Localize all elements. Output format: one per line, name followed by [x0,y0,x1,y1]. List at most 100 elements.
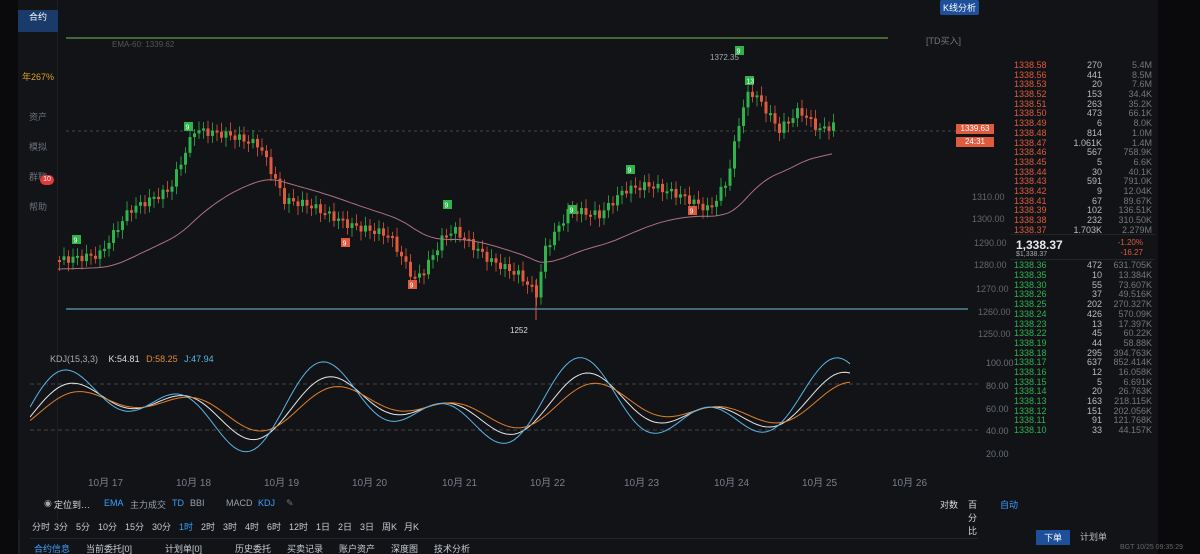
candle-body [692,199,696,204]
ask-total: 35.2K [1128,98,1152,109]
ask-row[interactable]: 1338.50 473 66.1K [1010,108,1155,118]
place-order-tab[interactable]: 下单 [1036,530,1071,545]
bid-row[interactable]: 1338.12 151 202.056K [1010,406,1155,416]
ask-qty: 232 [1086,215,1102,225]
ask-row[interactable]: 1338.42 9 12.04K [1010,186,1155,196]
interval-12[interactable]: 1日 [316,520,330,533]
bottom-tab-6[interactable]: 深度图 [391,542,418,554]
price-change: -1.20% -16.27 [1118,238,1143,258]
ask-row[interactable]: 1338.43 591 791.0K [1010,176,1155,186]
ask-price: 1338.46 [1014,147,1047,158]
interval-8[interactable]: 3时 [223,520,237,533]
candle-body [395,236,399,252]
ask-row[interactable]: 1338.45 5 6.6K [1010,157,1155,167]
bid-price: 1338.23 [1014,318,1047,329]
indicator-bbi[interactable]: BBI [190,498,205,508]
kdj-indicator-chart[interactable] [30,348,978,468]
interval-13[interactable]: 2日 [338,520,352,533]
bid-row[interactable]: 1338.36 472 631.705K [1010,260,1155,270]
interval-9[interactable]: 4时 [245,520,259,533]
bid-row[interactable]: 1338.16 12 16.058K [1010,367,1155,377]
indicator-main-trade[interactable]: 主力成交 [130,498,166,511]
interval-11[interactable]: 12时 [289,520,308,533]
ask-row[interactable]: 1338.38 232 310.50K [1010,215,1155,225]
ask-row[interactable]: 1338.56 441 8.5M [1010,70,1155,80]
indicator-macd[interactable]: MACD [226,498,253,508]
auto-scale-toggle[interactable]: 自动 [1000,498,1018,511]
bottom-tab-4[interactable]: 买卖记录 [287,542,323,554]
interval-16[interactable]: 月K [404,520,419,533]
bottom-tab-7[interactable]: 技术分析 [434,542,470,554]
bid-row[interactable]: 1338.25 202 270.327K [1010,299,1155,309]
interval-14[interactable]: 3日 [360,520,374,533]
bottom-tab-1[interactable]: 当前委托[0] [86,542,132,554]
bid-row[interactable]: 1338.19 44 58.88K [1010,338,1155,348]
candle-body [319,204,322,214]
indicator-kdj[interactable]: KDJ [258,498,275,508]
bid-row[interactable]: 1338.11 91 121.768K [1010,415,1155,425]
bid-row[interactable]: 1338.30 55 73.607K [1010,280,1155,290]
interval-3[interactable]: 10分 [98,520,117,533]
candle-body [494,258,498,263]
ask-row[interactable]: 1338.47 1.061K 1.4M [1010,138,1155,148]
interval-0[interactable]: 分时 [32,520,50,533]
ask-row[interactable]: 1338.41 67 89.67K [1010,196,1155,206]
sidebar-item-1[interactable]: 资产 [18,110,58,123]
interval-15[interactable]: 周K [382,520,397,533]
ask-row[interactable]: 1338.39 102 136.51K [1010,205,1155,215]
interval-2[interactable]: 5分 [76,520,90,533]
bid-row[interactable]: 1338.23 13 17.397K [1010,319,1155,329]
indicator-ema[interactable]: EMA [104,498,124,508]
bid-row[interactable]: 1338.13 163 218.115K [1010,396,1155,406]
ask-row[interactable]: 1338.49 6 8.0K [1010,118,1155,128]
bottom-tab-5[interactable]: 账户资产 [339,542,375,554]
plan-order-tab[interactable]: 计划单 [1080,530,1107,543]
edit-icon[interactable]: ✎ [286,498,294,509]
bid-row[interactable]: 1338.22 45 60.22K [1010,328,1155,338]
bid-row[interactable]: 1338.10 33 44.157K [1010,425,1155,435]
ask-qty: 270 [1086,60,1102,70]
ask-row[interactable]: 1338.46 567 758.9K [1010,147,1155,157]
candle-body [593,210,597,215]
candle-body [94,255,97,259]
interval-5[interactable]: 30分 [152,520,171,533]
ask-row[interactable]: 1338.58 270 5.4M [1010,60,1155,70]
td-tag-label: 9 [74,238,78,245]
ask-row[interactable]: 1338.48 814 1.0M [1010,128,1155,138]
ask-row[interactable]: 1338.51 263 35.2K [1010,99,1155,109]
bid-row[interactable]: 1338.14 20 26.763K [1010,386,1155,396]
bid-row[interactable]: 1338.35 10 13.384K [1010,270,1155,280]
log-scale-toggle[interactable]: 对数 [940,498,958,511]
bid-row[interactable]: 1338.15 5 6.691K [1010,377,1155,387]
candle-body [728,168,732,186]
candle-body [701,203,705,211]
interval-7[interactable]: 2时 [201,520,215,533]
bid-row[interactable]: 1338.18 295 394.763K [1010,348,1155,358]
candlestick-chart[interactable]: 99999999913 1372.35 1252 [58,20,970,338]
ask-row[interactable]: 1338.52 153 34.4K [1010,89,1155,99]
indicator-locate[interactable]: 定位到… [54,498,90,511]
ask-row[interactable]: 1338.44 30 40.1K [1010,167,1155,177]
bid-row[interactable]: 1338.26 37 49.516K [1010,289,1155,299]
bottom-tab-2[interactable]: 计划单[0] [165,542,202,554]
kline-analysis-button[interactable]: K线分析 [940,0,980,15]
interval-1[interactable]: 3分 [54,520,68,533]
candle-body [823,126,826,129]
candle-body [121,221,124,230]
locate-icon[interactable]: ◉ [44,498,52,509]
indicator-td[interactable]: TD [172,498,184,508]
ask-row[interactable]: 1338.37 1.703K 2.279M [1010,225,1155,235]
bid-row[interactable]: 1338.17 637 852.414K [1010,357,1155,367]
interval-4[interactable]: 15分 [125,520,144,533]
sidebar-item-4[interactable]: 帮助 [18,200,58,213]
bottom-tab-3[interactable]: 历史委托 [235,542,271,554]
interval-6[interactable]: 1时 [179,520,193,533]
candle-body [364,225,367,232]
sidebar-item-0[interactable]: 合约 [18,10,58,32]
bid-row[interactable]: 1338.24 426 570.09K [1010,309,1155,319]
candle-body [107,242,111,249]
bottom-tab-0[interactable]: 合约信息 [34,542,70,554]
interval-10[interactable]: 6时 [267,520,281,533]
ask-row[interactable]: 1338.53 20 7.6M [1010,79,1155,89]
sidebar-item-2[interactable]: 模拟 [18,140,58,153]
